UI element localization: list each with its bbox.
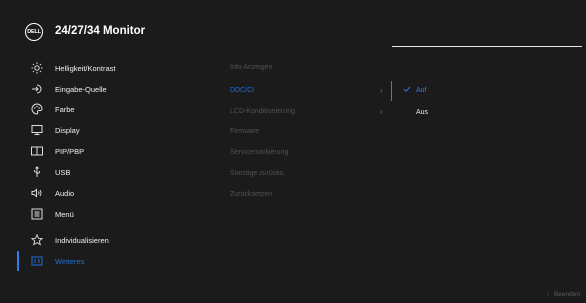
submenu-item-label: Servicemarkierung <box>230 149 289 156</box>
submenu-item-label: LCD-Konditionierung <box>230 108 295 115</box>
menu-icon <box>31 208 43 220</box>
menu-item-input-source[interactable]: Eingabe-Quelle <box>0 79 215 99</box>
header-divider <box>392 46 582 47</box>
menu-item-audio[interactable]: Audio <box>0 183 215 203</box>
menu-item-menu[interactable]: Menü <box>0 204 215 224</box>
osd-header: DELL 24/27/34 Monitor <box>0 0 586 48</box>
menu-item-label: PIP/PBP <box>55 147 85 156</box>
menu-item-label: Helligkeit/Kontrast <box>55 64 116 73</box>
display-icon <box>31 124 43 136</box>
menu-item-pip-pbp[interactable]: PIP/PBP <box>0 141 215 161</box>
chevron-right-icon: › <box>380 86 383 95</box>
submenu-item-label: Firmware <box>230 128 260 135</box>
pip-pbp-icon <box>31 145 43 157</box>
submenu-item-firmware[interactable]: Firmware <box>230 122 395 142</box>
submenu-item-info[interactable]: Info Anzeigen <box>230 58 395 78</box>
submenu-item-other-reset[interactable]: Sonstige zurücks. <box>230 164 395 184</box>
submenu-item-label: Info Anzeigen <box>230 64 273 71</box>
menu-item-label: Farbe <box>55 105 75 114</box>
brightness-icon <box>31 62 43 74</box>
others-icon <box>31 255 43 267</box>
exit-label: Beenden <box>553 291 580 298</box>
menu-item-usb[interactable]: USB <box>0 162 215 182</box>
dell-logo: DELL <box>25 23 43 41</box>
submenu-item-label: Zurücksetzen <box>230 191 273 198</box>
menu-item-brightness[interactable]: Helligkeit/Kontrast <box>0 58 215 78</box>
submenu-item-factory-reset[interactable]: Zurücksetzen <box>230 185 395 205</box>
monitor-osd: DELL 24/27/34 Monitor Helligkeit/Kontras… <box>0 0 586 303</box>
menu-item-color[interactable]: Farbe <box>0 99 215 119</box>
usb-icon <box>31 166 43 178</box>
menu-item-label: Audio <box>55 189 75 198</box>
submenu-item-lcd-conditioning[interactable]: LCD-Konditionierung › <box>230 102 395 122</box>
menu-item-label: Individualisieren <box>55 236 109 245</box>
option-off[interactable]: Aus <box>398 103 498 123</box>
option-label: Aus <box>416 109 429 116</box>
page-title: 24/27/34 Monitor <box>55 25 146 37</box>
option-selection-indicator <box>391 81 392 101</box>
star-icon <box>31 234 43 246</box>
menu-item-label: USB <box>55 168 71 177</box>
palette-icon <box>31 103 43 115</box>
submenu-item-label: DDC/CI <box>230 87 255 94</box>
option-label: Auf <box>416 87 427 94</box>
checkmark-icon <box>403 85 411 93</box>
menu-item-display[interactable]: Display <box>0 120 215 140</box>
menu-item-label: Menü <box>55 210 74 219</box>
chevron-right-icon: › <box>380 107 383 116</box>
exit-button[interactable]: ‹ Beenden <box>547 291 580 298</box>
submenu-item-label: Sonstige zurücks. <box>230 170 286 177</box>
option-on[interactable]: Auf <box>398 81 498 101</box>
input-source-icon <box>31 83 43 95</box>
menu-item-label: Weiteres <box>55 257 85 266</box>
menu-item-label: Eingabe-Quelle <box>55 85 107 94</box>
submenu-item-ddcci[interactable]: DDC/CI › <box>230 81 395 101</box>
menu-item-personalize[interactable]: Individualisieren <box>0 230 215 250</box>
audio-icon <box>31 187 43 199</box>
chevron-left-icon: ‹ <box>546 291 549 298</box>
submenu-item-service-tag[interactable]: Servicemarkierung <box>230 143 395 163</box>
menu-item-others[interactable]: Weiteres <box>0 251 215 271</box>
menu-item-label: Display <box>55 126 80 135</box>
